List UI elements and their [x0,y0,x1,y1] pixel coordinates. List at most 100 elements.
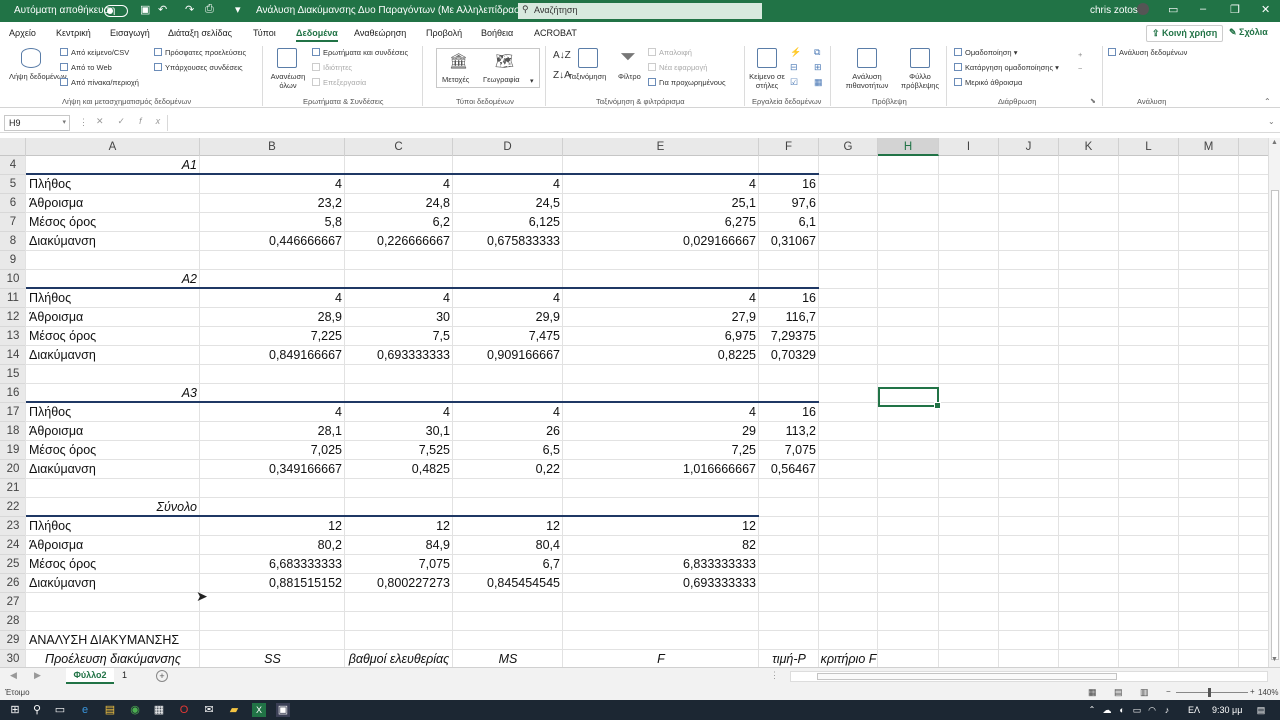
cancel-icon[interactable]: ✕ [96,116,118,126]
edge-icon[interactable]: e [78,703,92,717]
cell-a20[interactable]: Διακύμανση [26,460,200,479]
stocks-button[interactable]: Μετοχές [442,75,469,84]
cell-d13[interactable]: 7,475 [453,327,563,346]
cell-b20[interactable]: 0,349166667 [200,460,345,479]
consolidate-icon[interactable]: ⧉ [814,47,820,58]
row-header-6[interactable]: 6 [0,194,26,213]
cell-b24[interactable]: 80,2 [200,536,345,555]
cell-b27[interactable] [200,593,345,612]
cell-a7[interactable]: Μέσος όρος [26,213,200,232]
cell-c12[interactable]: 30 [345,308,453,327]
cell-c19[interactable]: 7,525 [345,441,453,460]
row-header-5[interactable]: 5 [0,175,26,194]
excel-taskbar-icon[interactable]: X [252,703,266,717]
vertical-scrollbar[interactable]: ▲ ▼ [1268,138,1280,667]
data-validation-icon[interactable]: ☑ [790,77,798,88]
group-button[interactable]: Ομαδοποίηση ▾ [954,48,1017,57]
collapse-ribbon-icon[interactable]: ⌃ [1264,97,1271,106]
cell-a24[interactable]: Άθροισμα [26,536,200,555]
cell-d12[interactable]: 29,9 [453,308,563,327]
cell-c28[interactable] [345,612,453,631]
cell-f23[interactable] [759,517,819,536]
tab-view[interactable]: Προβολή [426,28,462,38]
from-web-button[interactable]: Από το Web [60,63,112,72]
save-icon[interactable]: ▣ [140,3,150,16]
row-header-29[interactable]: 29 [0,631,26,650]
row-header-12[interactable]: 12 [0,308,26,327]
undo-icon[interactable]: ↶ [158,3,167,16]
existing-connections-button[interactable]: Υπάρχουσες συνδέσεις [154,63,243,72]
cell-e14[interactable]: 0,8225 [563,346,759,365]
prev-sheet-icon[interactable]: ◀ [10,670,17,681]
cell-d26[interactable]: 0,845454545 [453,574,563,593]
mail-icon[interactable]: ✉ [202,703,216,717]
autosave-toggle[interactable] [104,5,128,17]
cell-f11[interactable]: 16 [759,289,819,308]
name-box[interactable]: H9 ▾ [4,115,70,131]
cell-a30[interactable]: Προέλευση διακύμανσης [26,650,200,667]
cell-f8[interactable]: 0,31067 [759,232,819,251]
cell-a23[interactable]: Πλήθος [26,517,200,536]
relationships-icon[interactable]: ⊞ [814,62,822,73]
show-detail-icon[interactable]: + [1078,50,1082,59]
cell-a28[interactable] [26,612,200,631]
cell-a5[interactable]: Πλήθος [26,175,200,194]
tab-home[interactable]: Κεντρική [56,28,91,38]
cell-a6[interactable]: Άθροισμα [26,194,200,213]
cell-f18[interactable]: 113,2 [759,422,819,441]
cell-c27[interactable] [345,593,453,612]
cell-d30[interactable]: MS [453,650,563,667]
select-all-corner[interactable] [0,138,26,156]
cell-d9[interactable] [453,251,563,270]
cell-b26[interactable]: 0,881515152 [200,574,345,593]
edit-links-button[interactable]: Επεξεργασία [312,78,366,87]
cell-c25[interactable]: 7,075 [345,555,453,574]
remove-duplicates-icon[interactable]: ⊟ [790,62,798,73]
cell-c5[interactable]: 4 [345,175,453,194]
app-taskbar-icon[interactable]: ▣ [276,703,290,717]
tab-acrobat[interactable]: ACROBAT [534,28,577,38]
cell-c6[interactable]: 24,8 [345,194,453,213]
row-header-18[interactable]: 18 [0,422,26,441]
row-header-28[interactable]: 28 [0,612,26,631]
cell-c11[interactable]: 4 [345,289,453,308]
cell-e26[interactable]: 0,693333333 [563,574,759,593]
enter-icon[interactable]: ✓ [118,116,140,126]
network-icon[interactable]: ☁ [1100,703,1114,717]
cell-a27[interactable] [26,593,200,612]
row-header-23[interactable]: 23 [0,517,26,536]
notifications-icon[interactable]: ▤ [1254,703,1268,717]
cell-d8[interactable]: 0,675833333 [453,232,563,251]
subtotal-button[interactable]: Μερικό άθροισμα [954,78,1022,87]
tab-insert[interactable]: Εισαγωγή [110,28,150,38]
avatar[interactable] [1137,3,1149,15]
cell-f6[interactable]: 97,6 [759,194,819,213]
col-header-l[interactable]: L [1119,138,1179,156]
normal-view-icon[interactable]: ▦ [1088,687,1097,698]
row-header-19[interactable]: 19 [0,441,26,460]
cell-b7[interactable]: 5,8 [200,213,345,232]
tab-formulas[interactable]: Τύποι [253,28,276,38]
tray-app-icon[interactable]: ◐ [1115,703,1129,717]
row-header-10[interactable]: 10 [0,270,26,289]
cell-d14[interactable]: 0,909166667 [453,346,563,365]
cell-a13[interactable]: Μέσος όρος [26,327,200,346]
row-header-20[interactable]: 20 [0,460,26,479]
reapply-button[interactable]: Νέα εφαρμογή [648,63,707,72]
cell-c24[interactable]: 84,9 [345,536,453,555]
cell-c21[interactable] [345,479,453,498]
cell-a18[interactable]: Άθροισμα [26,422,200,441]
cell-e19[interactable]: 7,25 [563,441,759,460]
geography-button[interactable]: Γεωγραφία [483,75,520,84]
tab-review[interactable]: Αναθεώρηση [354,28,406,38]
windows-start-icon[interactable]: ⊞ [8,703,22,717]
text-to-columns-button[interactable]: Κείμενο σε στήλες [748,72,786,90]
row-header-13[interactable]: 13 [0,327,26,346]
cell-f12[interactable]: 116,7 [759,308,819,327]
row-header-4[interactable]: 4 [0,156,26,175]
cell-b6[interactable]: 23,2 [200,194,345,213]
add-sheet-icon[interactable]: + [156,670,168,682]
row-header-25[interactable]: 25 [0,555,26,574]
cell-f14[interactable]: 0,70329 [759,346,819,365]
zoom-slider[interactable] [1176,692,1248,693]
